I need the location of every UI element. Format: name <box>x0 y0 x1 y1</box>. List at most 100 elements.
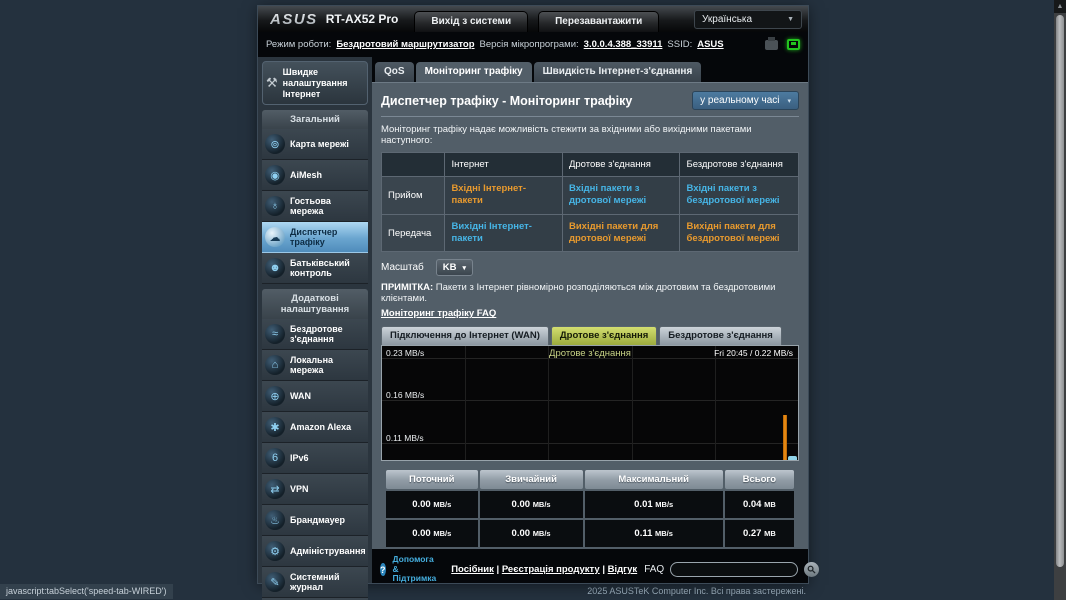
chart-tab-wired[interactable]: Дротове з'єднання <box>551 326 657 345</box>
chevron-down-icon: ▾ <box>463 264 467 272</box>
gridline <box>465 346 466 460</box>
sidebar-item-amazon-alexa[interactable]: ✱ Amazon Alexa <box>262 412 368 443</box>
wireless-icon: ≈ <box>265 324 285 344</box>
stat-unit: MB/s <box>655 529 673 538</box>
manual-link[interactable]: Посібник <box>451 564 494 575</box>
sidebar-item-label: Карта мережі <box>290 139 349 150</box>
feedback-link[interactable]: Відгук <box>608 564 638 575</box>
link-outbound-internet[interactable]: Вихідні Інтернет-пакети <box>445 214 563 252</box>
browser-scrollbar[interactable]: ▲ <box>1054 0 1066 600</box>
traffic-monitor-faq-link[interactable]: Моніторинг трафіку FAQ <box>381 308 799 319</box>
sidebar-item-guest-network[interactable]: ♁ Гостьова мережа <box>262 191 368 222</box>
sidebar-item-traffic-manager[interactable]: ☁ Диспетчер трафіку <box>262 222 368 253</box>
product-registration-link[interactable]: Реєстрація продукту <box>502 564 600 575</box>
chart-tab-wan[interactable]: Підключення до Інтернет (WAN) <box>381 326 549 345</box>
link-outbound-wireless[interactable]: Вихідні пакети для бездротової мережі <box>680 214 799 252</box>
sidebar-item-vpn[interactable]: ⇄ VPN <box>262 474 368 505</box>
tab-traffic-monitor[interactable]: Моніторинг трафіку <box>416 62 532 82</box>
sidebar-item-aimesh[interactable]: ◉ AiMesh <box>262 160 368 191</box>
stat-value: 0.04 MB <box>725 491 794 518</box>
scale-unit-select[interactable]: KB ▾ <box>436 259 473 276</box>
sidebar-item-network-map[interactable]: ⊚ Карта мережі <box>262 129 368 160</box>
stats-table: Поточний Звичайний Максимальний Всього 0… <box>384 468 796 549</box>
language-select[interactable]: Українська ▼ <box>694 10 802 29</box>
help-icon[interactable]: ? <box>380 563 386 576</box>
stat-value: 0.00 MB/s <box>386 491 478 518</box>
sidebar-item-lan[interactable]: ⌂ Локальна мережа <box>262 350 368 381</box>
sidebar-section-general: Загальний <box>262 110 368 129</box>
sidebar-item-administration[interactable]: ⚙ Адміністрування <box>262 536 368 567</box>
link-outbound-wired[interactable]: Вихідні пакети для дротової мережі <box>562 214 679 252</box>
traffic-chart: 0.23 MB/s 0.16 MB/s 0.11 MB/s 0.06 MB/s … <box>381 345 799 461</box>
row-label-receive: Прийом <box>382 177 445 215</box>
tab-internet-speed[interactable]: Швидкість Інтернет-з'єднання <box>534 62 702 82</box>
vpn-icon: ⇄ <box>265 479 285 499</box>
y-axis-label: 0.16 MB/s <box>386 390 424 400</box>
ipv6-icon: 6 <box>265 448 285 468</box>
stats-header-average: Звичайний <box>480 470 583 489</box>
router-admin-panel: ASUS RT-AX52 Pro Вихід з системи Перезав… <box>258 6 808 583</box>
page-title: Диспетчер трафіку - Моніторинг трафіку <box>381 94 632 108</box>
stats-header-current: Поточний <box>386 470 478 489</box>
mode-label: Режим роботи: <box>266 39 331 50</box>
faq-search: FAQ <box>644 562 819 577</box>
sidebar-item-firewall[interactable]: ♨ Брандмауер <box>262 505 368 536</box>
link-inbound-internet[interactable]: Вхідні Інтернет-пакети <box>445 177 563 215</box>
header-wired: Дротове з'єднання <box>562 153 679 177</box>
sidebar-item-wan[interactable]: ⊕ WAN <box>262 381 368 412</box>
sidebar-item-ipv6[interactable]: 6 IPv6 <box>262 443 368 474</box>
ssid-value-link[interactable]: ASUS <box>697 39 723 50</box>
transmit-spike-series <box>783 415 787 460</box>
separator: | <box>497 564 500 575</box>
faq-search-input[interactable] <box>670 562 798 577</box>
mode-value-link[interactable]: Бездротовий маршрутизатор <box>336 39 474 50</box>
search-button[interactable] <box>804 562 819 577</box>
printer-icon[interactable] <box>765 40 778 50</box>
chart-tabs: Підключення до Інтернет (WAN) Дротове з'… <box>381 326 799 345</box>
asus-logo: ASUS <box>270 11 318 28</box>
link-inbound-wired[interactable]: Вхідні пакети з дротової мережі <box>562 177 679 215</box>
title-row: Диспетчер трафіку - Моніторинг трафіку у… <box>381 89 799 117</box>
chart-tab-wireless[interactable]: Бездротове з'єднання <box>659 326 782 345</box>
help-line1: Допомога & <box>393 554 434 574</box>
stat-number: 0.00 <box>512 499 531 510</box>
footer-bar: ? Допомога & Підтримка Посібник | Реєстр… <box>372 556 808 583</box>
reboot-button[interactable]: Перезавантажити <box>538 11 659 32</box>
firmware-label: Версія мікропрограми: <box>480 39 579 50</box>
sidebar-item-label: WAN <box>290 391 311 402</box>
scrollbar-thumb[interactable] <box>1056 15 1064 567</box>
view-mode-select[interactable]: у реальному часі ▾ <box>692 91 799 110</box>
sidebar-item-label: IPv6 <box>290 453 309 464</box>
sidebar-item-label: Брандмауер <box>290 515 345 526</box>
qis-label: Швидке налаштування Інтернет <box>283 67 364 99</box>
table-header-row: Інтернет Дротове з'єднання Бездротове з'… <box>382 153 799 177</box>
sidebar-item-wireless[interactable]: ≈ Бездротове з'єднання <box>262 319 368 350</box>
scrollbar-up-arrow-icon[interactable]: ▲ <box>1054 0 1066 13</box>
sidebar-item-parental-controls[interactable]: ☻ Батьківський контроль <box>262 253 368 284</box>
help-support-link[interactable]: Допомога & Підтримка <box>393 555 437 584</box>
content-column: QoS Моніторинг трафіку Швидкість Інтерне… <box>372 57 808 583</box>
gridline <box>382 443 798 444</box>
sidebar-item-system-log[interactable]: ✎ Системний журнал <box>262 567 368 598</box>
parental-controls-icon: ☻ <box>265 258 285 278</box>
browser-status-bar: javascript:tabSelect('speed-tab-WIRED') <box>0 584 173 599</box>
stat-value: 0.01 MB/s <box>585 491 723 518</box>
quick-internet-setup-button[interactable]: ⚒ Швидке налаштування Інтернет <box>262 61 368 105</box>
lan-status-icon[interactable] <box>787 39 800 50</box>
ssid-label: SSID: <box>667 39 692 50</box>
traffic-manager-icon: ☁ <box>265 227 285 247</box>
link-inbound-wireless[interactable]: Вхідні пакети з бездротової мережі <box>680 177 799 215</box>
stat-unit: MB/s <box>533 529 551 538</box>
stat-unit: MB <box>764 500 776 509</box>
stat-value: 0.27 MB <box>725 520 794 547</box>
stats-header-row: Поточний Звичайний Максимальний Всього <box>386 470 794 489</box>
stat-unit: MB/s <box>433 529 451 538</box>
firmware-value-link[interactable]: 3.0.0.4.388_33911 <box>584 39 663 50</box>
tab-qos[interactable]: QoS <box>375 62 414 82</box>
logout-button[interactable]: Вихід з системи <box>414 11 528 32</box>
help-line2: Підтримка <box>393 573 437 583</box>
header-wireless: Бездротове з'єднання <box>680 153 799 177</box>
stats-row-receive: 0.00 MB/s 0.00 MB/s 0.01 MB/s 0.04 MB <box>386 491 794 518</box>
y-axis-label: 0.11 MB/s <box>386 433 424 443</box>
stat-number: 0.01 <box>634 499 653 510</box>
